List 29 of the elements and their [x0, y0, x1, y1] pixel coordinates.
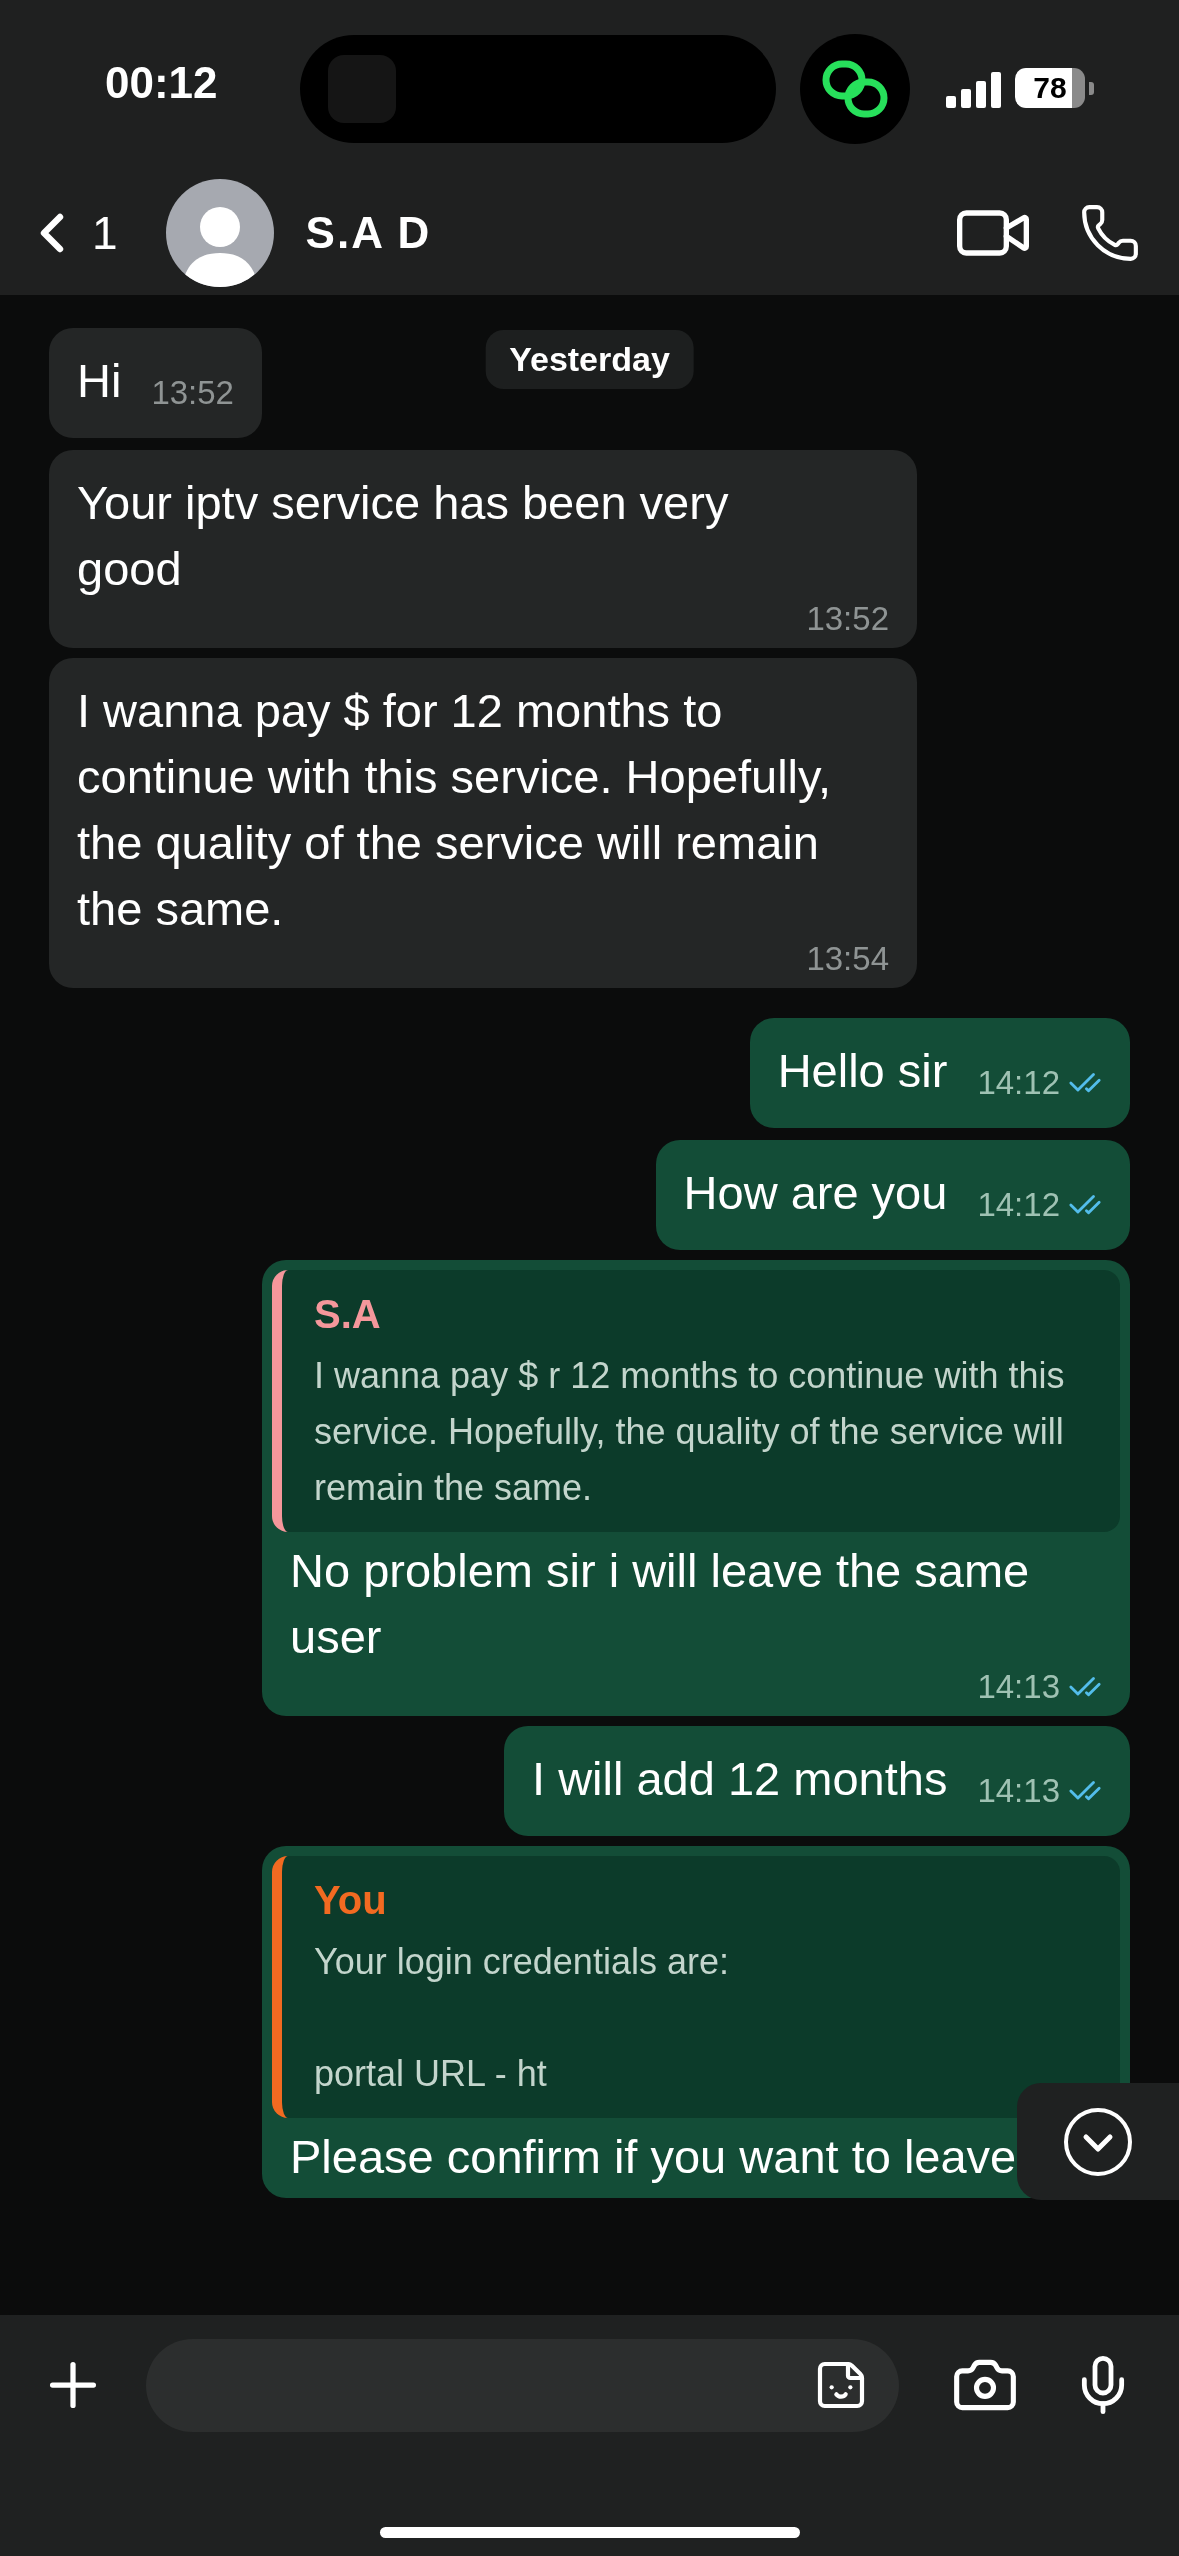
- message-time: 14:13: [977, 1670, 1102, 1704]
- message-text: Your iptv service has been very good: [77, 475, 730, 597]
- message-text: How are you: [683, 1165, 948, 1221]
- chevron-down-icon[interactable]: [1062, 2105, 1134, 2178]
- message-time: 14:13: [977, 1774, 1102, 1808]
- quoted-text: portal URL - ht: [314, 2052, 548, 2096]
- message-text: I wanna pay $ for 12 months to continue with this service. Hopefully, the quality of the service will remain the same.: [77, 683, 833, 937]
- message-time: 13:54: [806, 942, 889, 976]
- battery-level: 78: [1033, 71, 1067, 105]
- battery-tip-icon: [1089, 81, 1094, 95]
- message-time: 14:12: [977, 1188, 1102, 1222]
- signal-icon: [946, 72, 1002, 108]
- message-text: No problem sir i will leave the same user: [290, 1543, 1031, 1665]
- message-text: I will add 12 months: [532, 1751, 948, 1807]
- contact-name[interactable]: S.A D: [305, 207, 953, 258]
- quoted-author: You: [314, 1877, 388, 1924]
- back-button[interactable]: 1: [20, 200, 118, 265]
- message-text: Please confirm if you want to leave: [290, 2129, 1017, 2185]
- message-time: 14:12: [977, 1066, 1102, 1100]
- quoted-text: Your login credentials are:: [314, 1940, 730, 1984]
- status-time: 00:12: [105, 58, 218, 108]
- message-text: Hi: [77, 353, 122, 409]
- date-separator: Yesterday: [485, 330, 694, 389]
- quoted-text: I wanna pay $ r 12 months to continue with this service. Hopefully, the quality of the service will remain the same.: [314, 1354, 1066, 1510]
- message-time: 13:52: [806, 602, 889, 636]
- message-text: Hello sir: [777, 1043, 948, 1099]
- scroll-down-button[interactable]: [1017, 2083, 1179, 2200]
- message-time: 13:52: [151, 376, 234, 410]
- quoted-author: S.A: [314, 1291, 382, 1338]
